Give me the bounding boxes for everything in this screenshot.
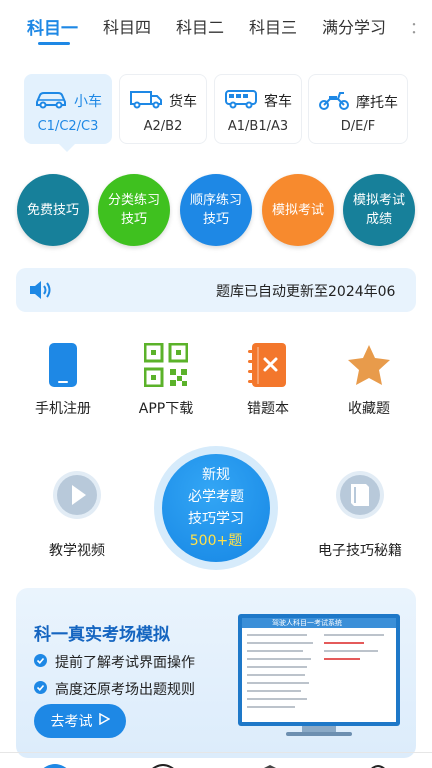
tab-full-score[interactable]: 满分学习 (322, 14, 386, 38)
center-line-1: 新规 (202, 467, 230, 483)
check-circle-icon (34, 680, 47, 698)
app-download-label: APP下载 (138, 401, 194, 417)
vehicle-name: 客车 (264, 94, 292, 110)
vehicle-license-classes: D/E/F (340, 119, 376, 134)
sequential-practice-button[interactable]: 顺序练习技巧 (180, 174, 252, 246)
vehicle-name: 小车 (74, 94, 102, 110)
free-tips-button[interactable]: 免费技巧 (17, 174, 89, 246)
tab-more[interactable]: ： (410, 14, 426, 38)
phone-icon (18, 340, 108, 390)
home-nav-icon[interactable] (38, 758, 72, 768)
go-exam-label: 去考试 (50, 714, 93, 730)
vehicle-license-classes: A2/B2 (143, 119, 183, 134)
book-icon (302, 470, 418, 520)
vehicle-name: 摩托车 (356, 95, 398, 111)
vehicle-card-car[interactable]: 小车 C1/C2/C3 (24, 74, 112, 144)
teaching-video-label: 教学视频 (49, 543, 105, 559)
phone-register-label: 手机注册 (35, 401, 91, 417)
vehicle-name: 货车 (169, 94, 197, 110)
center-line-2: 必学考题 (188, 489, 244, 505)
notice-text: 题库已自动更新至2024年06 (216, 284, 396, 300)
banner-point: 提前了解考试界面操作 (34, 652, 195, 672)
mock-exam-button[interactable]: 模拟考试 (262, 174, 334, 246)
star-icon (324, 340, 414, 390)
play-triangle-icon (98, 712, 111, 729)
center-count: 500+题 (189, 533, 243, 549)
wrong-questions-button[interactable]: 错题本 (223, 340, 313, 418)
speaker-icon (28, 278, 54, 306)
center-line-3: 技巧学习 (188, 511, 244, 527)
notice-bar[interactable]: 题库已自动更新至2024年06 (16, 268, 416, 312)
tab-underline (38, 42, 70, 45)
traffic-sign-nav-icon[interactable] (146, 758, 180, 768)
banner-point: 高度还原考场出题规则 (34, 679, 195, 699)
truck-icon (129, 89, 163, 113)
ebook-tips-label: 电子技巧秘籍 (318, 543, 402, 559)
ebook-tips-button[interactable]: 电子技巧秘籍 (302, 470, 418, 560)
tab-subject-4[interactable]: 科目四 (103, 14, 151, 38)
banner-title: 科一真实考场模拟 (34, 625, 170, 645)
wrong-questions-label: 错题本 (247, 401, 289, 417)
active-card-pointer (58, 143, 76, 152)
graduation-nav-icon[interactable] (258, 758, 282, 768)
app-download-button[interactable]: APP下载 (121, 340, 211, 418)
screen-title: 驾驶人科目一考试系统 (242, 618, 396, 628)
tab-subject-3[interactable]: 科目三 (249, 14, 297, 38)
subject-tabs: 科目一 科目四 科目二 科目三 满分学习 ： (0, 0, 432, 56)
phone-register-button[interactable]: 手机注册 (18, 340, 108, 418)
new-rules-study-button[interactable]: 新规 必学考题 技巧学习 500+题 (154, 446, 278, 570)
exam-simulation-banner[interactable]: 科一真实考场模拟 提前了解考试界面操作 高度还原考场出题规则 去考试 驾驶人科目… (16, 588, 416, 758)
banner-point-text: 提前了解考试界面操作 (55, 655, 195, 671)
profile-nav-icon[interactable] (366, 758, 390, 768)
play-icon (22, 470, 132, 520)
wrong-book-icon (223, 340, 313, 390)
motorcycle-icon (318, 89, 350, 115)
go-exam-button[interactable]: 去考试 (34, 704, 126, 738)
teaching-video-button[interactable]: 教学视频 (22, 470, 132, 560)
tab-subject-2[interactable]: 科目二 (176, 14, 224, 38)
favorites-label: 收藏题 (348, 401, 390, 417)
exam-monitor-illustration: 驾驶人科目一考试系统 (238, 614, 400, 738)
bus-icon (224, 89, 258, 113)
vehicle-license-classes: A1/B1/A3 (227, 119, 289, 134)
vehicle-card-bus[interactable]: 客车 A1/B1/A3 (214, 74, 302, 144)
vehicle-license-classes: C1/C2/C3 (37, 119, 99, 134)
check-circle-icon (34, 653, 47, 671)
vehicle-card-truck[interactable]: 货车 A2/B2 (119, 74, 207, 144)
car-icon (34, 89, 68, 113)
vehicle-card-motorcycle[interactable]: 摩托车 D/E/F (308, 74, 408, 144)
mock-exam-scores-button[interactable]: 模拟考试成绩 (343, 174, 415, 246)
bottom-nav-divider (0, 752, 432, 753)
favorites-button[interactable]: 收藏题 (324, 340, 414, 418)
banner-point-text: 高度还原考场出题规则 (55, 682, 195, 698)
tab-subject-1[interactable]: 科目一 (27, 14, 78, 39)
qrcode-icon (121, 340, 211, 390)
category-practice-button[interactable]: 分类练习技巧 (98, 174, 170, 246)
